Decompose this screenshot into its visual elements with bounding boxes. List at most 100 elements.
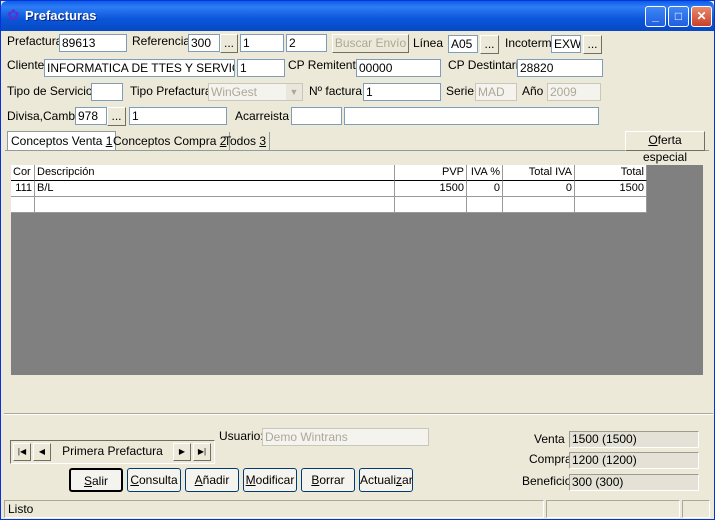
table-row-cor[interactable]: 111 (11, 181, 35, 197)
nav-label: Primera Prefactura (62, 444, 163, 458)
tab-todos-key: 3 (259, 134, 267, 148)
linea-label: Línea (413, 36, 444, 50)
anadir-button[interactable]: Añadir (185, 468, 239, 492)
consulta-label: onsulta (138, 473, 178, 487)
tab-todos[interactable]: Todos 3 (221, 132, 271, 151)
table-row-total-iva[interactable]: 0 (503, 181, 575, 197)
col-header-total-iva[interactable]: Total IVA (503, 165, 575, 181)
cp-remitente-field[interactable]: 00000 (356, 59, 441, 77)
close-button[interactable]: ✕ (691, 6, 712, 27)
cliente-name-field[interactable]: INFORMATICA DE TTES Y SERVICIO (44, 59, 235, 77)
salir-button[interactable]: Salir (69, 468, 123, 492)
table-row-descripcion[interactable]: B/L (35, 181, 395, 197)
divisa-lookup-button[interactable]: ... (107, 107, 126, 126)
incoterm-lookup-button[interactable]: ... (583, 35, 602, 54)
anadir-label: ñadir (202, 473, 230, 487)
usuario-label: Usuario: (219, 429, 264, 443)
compra-field: 1200 (1200) (569, 452, 699, 469)
anio-label: Año (522, 84, 544, 98)
salir-key: S (83, 474, 92, 488)
new-row-iva[interactable] (467, 197, 503, 213)
table-row-pvp[interactable]: 1500 (395, 181, 467, 197)
referencia-lookup-button[interactable]: ... (220, 34, 238, 53)
borrar-label: orrar (319, 473, 345, 487)
tab-todos-label: Todos (224, 134, 260, 148)
incoterm-field[interactable]: EXW (551, 35, 581, 53)
tab-conceptos-venta[interactable]: Conceptos Venta 1 (7, 131, 117, 150)
last-icon: ▶| (197, 447, 207, 456)
next-record-button[interactable]: ▶ (173, 443, 191, 461)
venta-field: 1500 (1500) (569, 431, 699, 448)
modificar-button[interactable]: Modificar (243, 468, 297, 492)
tab-conceptos-compra-label: Conceptos Compra (113, 134, 220, 148)
title-bar[interactable]: ✿ Prefacturas _ □ ✕ (1, 1, 714, 31)
tipo-servicio-field[interactable] (91, 83, 123, 101)
serie-field[interactable]: MAD (475, 83, 517, 101)
tipo-prefactura-select[interactable]: WinGest ▼ (208, 83, 303, 101)
status-bar: Listo (2, 498, 713, 519)
previous-record-button[interactable]: ◀ (33, 443, 51, 461)
new-row-total-iva[interactable] (503, 197, 575, 213)
cp-destinatario-field[interactable]: 28820 (517, 59, 603, 77)
referencia-field-1[interactable]: 300 (188, 34, 220, 52)
acarreista-label: Acarreista (235, 109, 290, 123)
divisa-cambio-label: Divisa,Cambio (7, 109, 85, 123)
referencia-field-2[interactable]: 1 (240, 34, 284, 52)
window-title: Prefacturas (25, 8, 97, 23)
incoterm-label: Incoterm (505, 36, 552, 50)
beneficio-label: Beneficio (522, 474, 572, 488)
linea-field[interactable]: A05 (448, 35, 478, 53)
anadir-key: A (194, 473, 203, 487)
cliente-label: Cliente (7, 58, 45, 72)
tab-conceptos-compra[interactable]: Conceptos Compra 2 (110, 132, 231, 151)
tipo-prefactura-value: WinGest (211, 85, 258, 99)
new-row-pvp[interactable] (395, 197, 467, 213)
cliente-code-field[interactable]: 1 (237, 59, 285, 77)
new-row-cor[interactable] (11, 197, 35, 213)
tipo-prefactura-label: Tipo Prefactura (130, 84, 212, 98)
new-row-total[interactable] (575, 197, 647, 213)
tab-conceptos-venta-label: Conceptos Venta (11, 134, 106, 148)
first-record-button[interactable]: |◀ (13, 443, 31, 461)
salir-label: alir (92, 474, 109, 488)
new-row-descripcion[interactable] (35, 197, 395, 213)
anio-field[interactable]: 2009 (547, 83, 601, 101)
col-header-total[interactable]: Total (575, 165, 647, 181)
app-icon: ✿ (7, 7, 20, 24)
acarreista-code-field[interactable] (291, 107, 342, 125)
borrar-button[interactable]: Borrar (301, 468, 355, 492)
col-header-cor[interactable]: Cor (11, 165, 35, 181)
modificar-key: M (245, 473, 256, 487)
divider (4, 413, 713, 415)
nfactura-label: Nº factura (309, 84, 363, 98)
conceptos-grid[interactable]: Cor Descripción PVP IVA % Total IVA Tota… (11, 165, 703, 375)
linea-lookup-button[interactable]: ... (480, 35, 499, 54)
beneficio-field: 300 (300) (569, 474, 699, 491)
maximize-button[interactable]: □ (668, 6, 689, 27)
prefactura-field[interactable]: 89613 (59, 34, 127, 52)
table-row-total[interactable]: 1500 (575, 181, 647, 197)
oferta-especial-button[interactable]: Oferta especial (625, 131, 705, 164)
minimize-button[interactable]: _ (645, 6, 666, 27)
actualizar-button[interactable]: Actualizar (359, 468, 413, 492)
col-header-descripcion[interactable]: Descripción (35, 165, 395, 181)
oferta-especial-key: O (648, 133, 658, 147)
compra-label: Compra (529, 452, 572, 466)
serie-label: Serie (446, 84, 475, 98)
last-record-button[interactable]: ▶| (193, 443, 211, 461)
divisa-field[interactable]: 978 (75, 107, 107, 125)
acarreista-name-field[interactable] (344, 107, 599, 125)
col-header-iva[interactable]: IVA % (467, 165, 503, 181)
col-header-pvp[interactable]: PVP (395, 165, 467, 181)
maximize-icon: □ (674, 9, 683, 23)
consulta-key: C (130, 473, 139, 487)
tipo-servicio-label: Tipo de Servicio (7, 84, 93, 98)
referencia-field-3[interactable]: 2 (286, 34, 327, 52)
buscar-envio-button[interactable]: Buscar Envío (332, 34, 409, 53)
cambio-field[interactable]: 1 (129, 107, 227, 125)
chevron-down-icon[interactable]: ▼ (286, 84, 302, 100)
nfactura-field[interactable]: 1 (363, 83, 441, 101)
usuario-field: Demo Wintrans (262, 428, 429, 446)
consulta-button[interactable]: Consulta (127, 468, 181, 492)
table-row-iva[interactable]: 0 (467, 181, 503, 197)
